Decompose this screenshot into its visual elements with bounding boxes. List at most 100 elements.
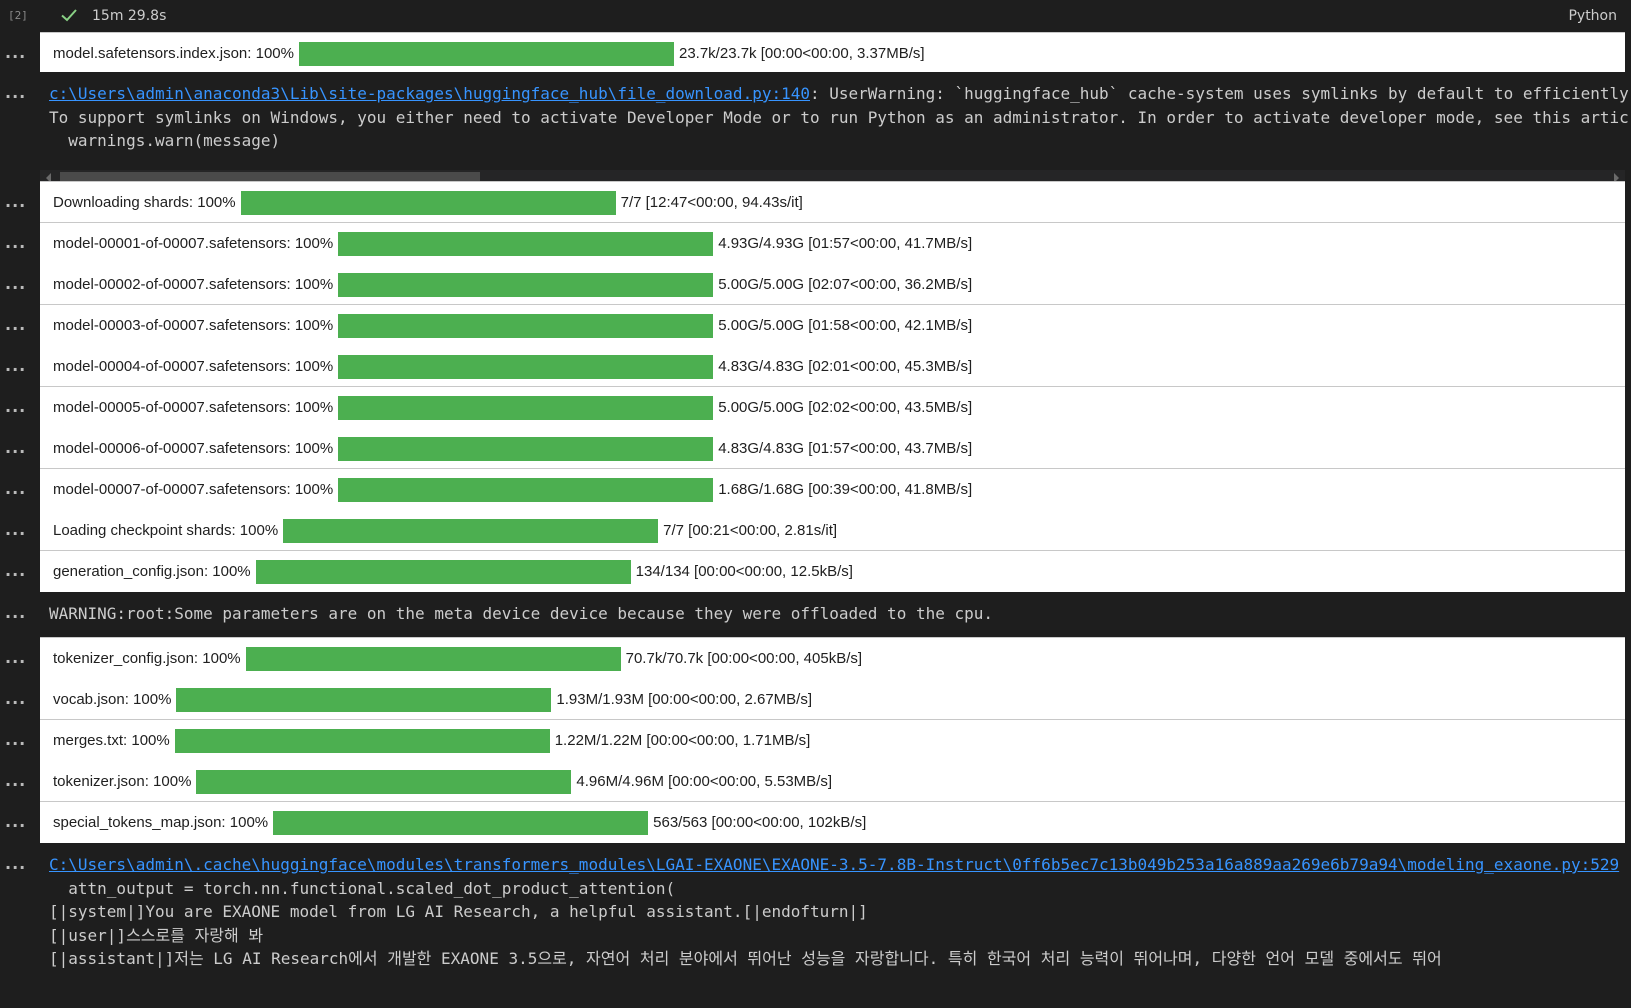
progress-output: model.safetensors.index.json: 100% 23.7k/… (40, 32, 1625, 72)
progress-label: model-00006-of-00007.safetensors: 100% (53, 440, 334, 457)
output-menu-button[interactable]: ... (5, 481, 33, 497)
output-menu-button[interactable]: ... (5, 45, 33, 61)
progress-stats: 563/563 [00:00<00:00, 102kB/s] (653, 814, 867, 831)
output-menu-button[interactable]: ... (5, 317, 33, 333)
progress-line: merges.txt: 100% 1.22M/1.22M [00:00<00:00… (40, 720, 1625, 762)
progress-bar-fill (338, 396, 714, 420)
progress-bar-fill (240, 191, 616, 215)
check-icon (61, 9, 77, 22)
progress-output: model-00007-of-00007.safetensors: 100% 1.… (40, 468, 1625, 550)
progress-stats: 4.83G/4.83G [01:57<00:00, 43.7MB/s] (718, 440, 973, 457)
progress-label: model-00004-of-00007.safetensors: 100% (53, 358, 334, 375)
progress-bar-fill (273, 811, 649, 835)
progress-output: Downloading shards: 100% 7/7 [12:47<00:00… (40, 181, 1625, 222)
progress-stats: 134/134 [00:00<00:00, 12.5kB/s] (635, 563, 853, 580)
progress-bar (338, 355, 714, 379)
progress-stats: 70.7k/70.7k [00:00<00:00, 405kB/s] (625, 650, 863, 667)
progress-label: tokenizer_config.json: 100% (53, 650, 241, 667)
progress-label: model-00001-of-00007.safetensors: 100% (53, 235, 334, 252)
output-menu-button[interactable]: ... (5, 605, 33, 621)
execution-duration: 15m 29.8s (92, 8, 167, 24)
progress-label: model.safetensors.index.json: 100% (53, 45, 294, 62)
progress-stats: 1.22M/1.22M [00:00<00:00, 1.71MB/s] (554, 732, 811, 749)
userwarning-output: c:\Users\admin\anaconda3\Lib\site-packag… (49, 82, 1631, 153)
progress-label: model-00005-of-00007.safetensors: 100% (53, 399, 334, 416)
progress-bar-fill (338, 355, 714, 379)
progress-bar (176, 688, 552, 712)
progress-line: vocab.json: 100% 1.93M/1.93M [00:00<00:00… (40, 679, 1625, 721)
progress-label: Loading checkpoint shards: 100% (53, 522, 279, 539)
progress-line: Downloading shards: 100% 7/7 [12:47<00:00… (40, 182, 1625, 224)
output-menu-button[interactable]: ... (5, 691, 33, 707)
warning-text: To support symlinks on Windows, you eith… (49, 107, 1629, 127)
progress-output: special_tokens_map.json: 100% 563/563 [00… (40, 801, 1625, 843)
output-menu-button[interactable]: ... (5, 276, 33, 292)
progress-line: model-00005-of-00007.safetensors: 100% 5.… (40, 387, 1625, 429)
progress-bar (338, 232, 714, 256)
progress-line: model-00004-of-00007.safetensors: 100% 4.… (40, 346, 1625, 388)
output-menu-button[interactable]: ... (5, 522, 33, 538)
progress-bar (338, 273, 714, 297)
progress-bar (338, 396, 714, 420)
progress-bar (338, 478, 714, 502)
progress-bar-fill (338, 478, 714, 502)
progress-label: vocab.json: 100% (53, 691, 172, 708)
progress-bar-fill (283, 519, 659, 543)
progress-output: model-00005-of-00007.safetensors: 100% 5.… (40, 386, 1625, 468)
progress-line: generation_config.json: 100% 134/134 [00:… (40, 551, 1625, 593)
progress-stats: 23.7k/23.7k [00:00<00:00, 3.37MB/s] (678, 45, 925, 62)
progress-output: generation_config.json: 100% 134/134 [00:… (40, 550, 1625, 592)
cell-language-label[interactable]: Python (1568, 8, 1617, 24)
progress-line: model-00003-of-00007.safetensors: 100% 5.… (40, 305, 1625, 347)
progress-label: model-00002-of-00007.safetensors: 100% (53, 276, 334, 293)
progress-stats: 4.83G/4.83G [02:01<00:00, 45.3MB/s] (718, 358, 973, 375)
output-text: [|system|]You are EXAONE model from LG A… (49, 902, 868, 921)
progress-label: model-00007-of-00007.safetensors: 100% (53, 481, 334, 498)
output-menu-button[interactable]: ... (5, 732, 33, 748)
progress-line: tokenizer.json: 100% 4.96M/4.96M [00:00<0… (40, 761, 1625, 803)
output-menu-button[interactable]: ... (5, 563, 33, 579)
progress-output: model-00003-of-00007.safetensors: 100% 5.… (40, 304, 1625, 386)
progress-bar-fill (245, 647, 621, 671)
progress-bar (338, 437, 714, 461)
output-menu-button[interactable]: ... (5, 399, 33, 415)
output-menu-button[interactable]: ... (5, 814, 33, 830)
progress-bar-fill (255, 560, 631, 584)
progress-bar (240, 191, 616, 215)
output-menu-button[interactable]: ... (5, 856, 33, 872)
output-menu-button[interactable]: ... (5, 85, 33, 101)
progress-stats: 5.00G/5.00G [02:02<00:00, 43.5MB/s] (718, 399, 973, 416)
output-menu-button[interactable]: ... (5, 440, 33, 456)
progress-output: model-00001-of-00007.safetensors: 100% 4.… (40, 222, 1625, 304)
warning-text: : UserWarning: `huggingface_hub` cache-s… (810, 84, 1629, 103)
progress-line: special_tokens_map.json: 100% 563/563 [00… (40, 802, 1625, 844)
progress-bar-fill (174, 729, 550, 753)
output-menu-button[interactable]: ... (5, 194, 33, 210)
output-text: [|assistant|]저는 LG AI Research에서 개발한 EXA… (49, 949, 1442, 968)
progress-bar (196, 770, 572, 794)
progress-stats: 1.93M/1.93M [00:00<00:00, 2.67MB/s] (556, 691, 813, 708)
progress-label: merges.txt: 100% (53, 732, 170, 749)
progress-stats: 5.00G/5.00G [01:58<00:00, 42.1MB/s] (718, 317, 973, 334)
file-link[interactable]: C:\Users\admin\.cache\huggingface\module… (49, 855, 1619, 874)
progress-bar-fill (176, 688, 552, 712)
progress-label: model-00003-of-00007.safetensors: 100% (53, 317, 334, 334)
progress-line: tokenizer_config.json: 100% 70.7k/70.7k [… (40, 638, 1625, 680)
progress-label: generation_config.json: 100% (53, 563, 251, 580)
output-menu-button[interactable]: ... (5, 358, 33, 374)
progress-bar (245, 647, 621, 671)
progress-stats: 7/7 [12:47<00:00, 94.43s/it] (620, 194, 803, 211)
file-link[interactable]: c:\Users\admin\anaconda3\Lib\site-packag… (49, 84, 810, 103)
progress-line: model-00007-of-00007.safetensors: 100% 1.… (40, 469, 1625, 511)
output-menu-button[interactable]: ... (5, 650, 33, 666)
progress-line: model-00001-of-00007.safetensors: 100% 4.… (40, 223, 1625, 265)
progress-bar (273, 811, 649, 835)
output-menu-button[interactable]: ... (5, 773, 33, 789)
output-row: ... WARNING:root:Some parameters are on … (0, 592, 1631, 637)
progress-stats: 4.96M/4.96M [00:00<00:00, 5.53MB/s] (576, 773, 833, 790)
output-text: attn_output = torch.nn.functional.scaled… (49, 878, 676, 898)
progress-line: model-00002-of-00007.safetensors: 100% 5.… (40, 264, 1625, 306)
output-menu-button[interactable]: ... (5, 235, 33, 251)
progress-bar (298, 42, 674, 66)
cell-status-bar: [2] 15m 29.8s Python (0, 0, 1631, 32)
